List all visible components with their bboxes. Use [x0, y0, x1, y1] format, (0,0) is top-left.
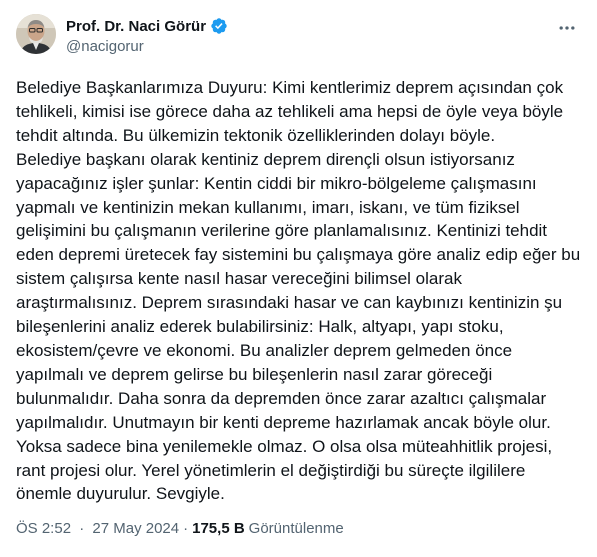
meta-separator: · [183, 520, 189, 537]
meta-separator: · [79, 520, 85, 537]
views-label: Görüntülenme [248, 520, 344, 537]
avatar[interactable] [16, 14, 56, 54]
tweet-text: Belediye Başkanlarımıza Duyuru: Kimi ken… [16, 78, 581, 504]
tweet-header: Prof. Dr. Naci Görür @nacigorur [16, 14, 581, 62]
author-name-row: Prof. Dr. Naci Görür [66, 17, 228, 35]
verified-badge-icon[interactable] [210, 17, 228, 35]
tweet-card: Prof. Dr. Naci Görür @nacigorur Belediye… [0, 0, 597, 557]
tweet-meta: ÖS 2:52 · 27 May 2024 · 175,5 B Görüntül… [16, 520, 344, 537]
tweet-time[interactable]: ÖS 2:52 · 27 May 2024 [16, 520, 179, 537]
more-horizontal-icon[interactable] [553, 18, 581, 38]
author-display-name[interactable]: Prof. Dr. Naci Görür [66, 18, 206, 35]
tweet-date: 27 May 2024 [92, 520, 180, 537]
tweet-time-value: ÖS 2:52 [16, 520, 72, 537]
avatar-image [16, 14, 56, 54]
views-count[interactable]: 175,5 B [192, 520, 245, 537]
author-handle[interactable]: @nacigorur [66, 38, 144, 55]
